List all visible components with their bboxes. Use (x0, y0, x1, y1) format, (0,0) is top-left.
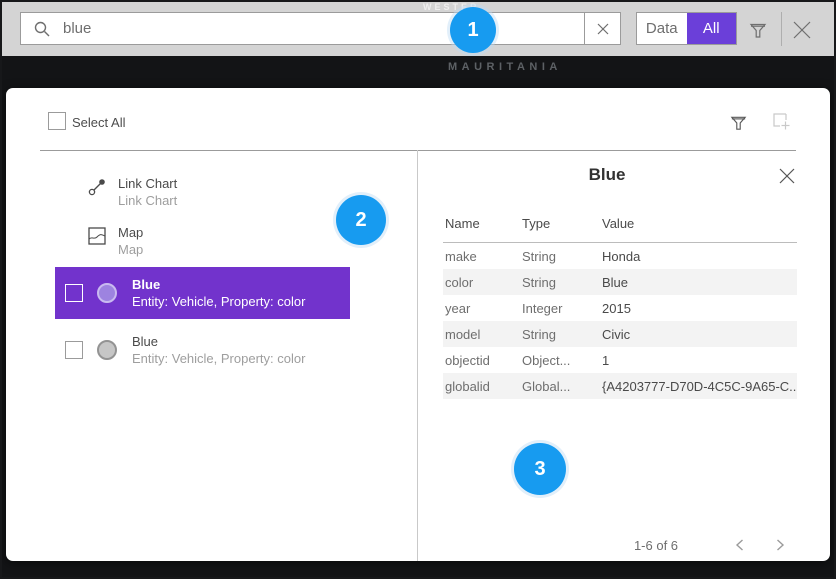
search-close-icon[interactable] (789, 17, 815, 43)
property-row: model String Civic (443, 321, 797, 347)
property-row: color String Blue (443, 269, 797, 295)
property-row: make String Honda (443, 243, 797, 269)
scope-data-button[interactable]: Data (637, 13, 687, 44)
property-name-cell: objectid (443, 353, 522, 368)
result-subtitle: Link Chart (118, 192, 177, 209)
results-filter-icon[interactable] (725, 109, 751, 135)
property-value-cell: {A4203777-D70D-4C5C-9A65-C... (602, 379, 797, 394)
result-title: Link Chart (118, 175, 177, 192)
search-scope-toggle: Data All (636, 12, 737, 45)
property-value-cell: Civic (602, 327, 797, 342)
property-type-cell: Object... (522, 353, 602, 368)
property-type-cell: String (522, 327, 602, 342)
property-type-cell: Global... (522, 379, 602, 394)
result-checkbox[interactable] (65, 341, 83, 359)
scope-all-button[interactable]: All (687, 13, 737, 44)
select-all-checkbox[interactable] (48, 112, 66, 130)
callout-2: 2 (336, 195, 386, 245)
search-results-panel: Select All (6, 88, 830, 561)
toolbar-divider (781, 12, 782, 46)
result-item-link-chart[interactable]: Link Chart Link Chart (6, 175, 346, 215)
column-header-name: Name (443, 216, 522, 238)
pane-divider (417, 150, 418, 561)
result-item-blue-selected[interactable]: Blue Entity: Vehicle, Property: color (55, 267, 350, 319)
map-icon (88, 227, 106, 245)
property-type-cell: String (522, 275, 602, 290)
result-title: Blue (132, 333, 305, 350)
column-header-type: Type (522, 216, 602, 238)
search-icon (33, 20, 51, 38)
property-value-cell: Blue (602, 275, 797, 290)
pagination-label: 1-6 of 6 (606, 538, 706, 553)
result-item-map[interactable]: Map Map (6, 224, 346, 264)
column-header-value: Value (602, 216, 797, 238)
map-background-bottom (2, 561, 834, 577)
property-row: globalid Global... {A4203777-D70D-4C5C-9… (443, 373, 797, 399)
result-item-blue[interactable]: Blue Entity: Vehicle, Property: color (55, 324, 350, 376)
property-row: objectid Object... 1 (443, 347, 797, 373)
property-table: Name Type Value make String Honda color … (443, 216, 797, 399)
entity-dot-icon (97, 283, 117, 303)
callout-3: 3 (514, 443, 566, 495)
link-chart-icon (88, 178, 106, 196)
property-name-cell: make (443, 249, 522, 264)
property-value-cell: 1 (602, 353, 797, 368)
app-window: WESTER Data All (0, 0, 836, 579)
search-box (20, 12, 621, 45)
property-name-cell: model (443, 327, 522, 342)
page-prev-icon[interactable] (729, 534, 751, 556)
property-name-cell: color (443, 275, 522, 290)
result-title: Map (118, 224, 143, 241)
property-table-header: Name Type Value (443, 216, 797, 238)
property-type-cell: Integer (522, 301, 602, 316)
search-clear-icon[interactable] (584, 13, 620, 44)
property-row: year Integer 2015 (443, 295, 797, 321)
detail-close-icon[interactable] (776, 165, 798, 187)
property-type-cell: String (522, 249, 602, 264)
search-input[interactable] (51, 20, 584, 37)
property-name-cell: year (443, 301, 522, 316)
result-subtitle: Map (118, 241, 143, 258)
search-toolbar: WESTER Data All (2, 2, 834, 56)
select-all-label: Select All (72, 115, 125, 130)
result-subtitle: Entity: Vehicle, Property: color (132, 350, 305, 367)
detail-title: Blue (417, 165, 797, 185)
panel-header-divider (40, 150, 796, 151)
result-title: Blue (132, 276, 305, 293)
property-value-cell: Honda (602, 249, 797, 264)
map-background: MAURITANIA (2, 56, 834, 88)
result-subtitle: Entity: Vehicle, Property: color (132, 293, 305, 310)
page-next-icon[interactable] (769, 534, 791, 556)
property-value-cell: 2015 (602, 301, 797, 316)
filter-icon[interactable] (746, 18, 770, 42)
entity-dot-icon (97, 340, 117, 360)
map-country-label: MAURITANIA (448, 61, 562, 73)
property-name-cell: globalid (443, 379, 522, 394)
add-to-selection-icon[interactable] (769, 109, 795, 135)
result-checkbox[interactable] (65, 284, 83, 302)
callout-1: 1 (450, 7, 496, 53)
